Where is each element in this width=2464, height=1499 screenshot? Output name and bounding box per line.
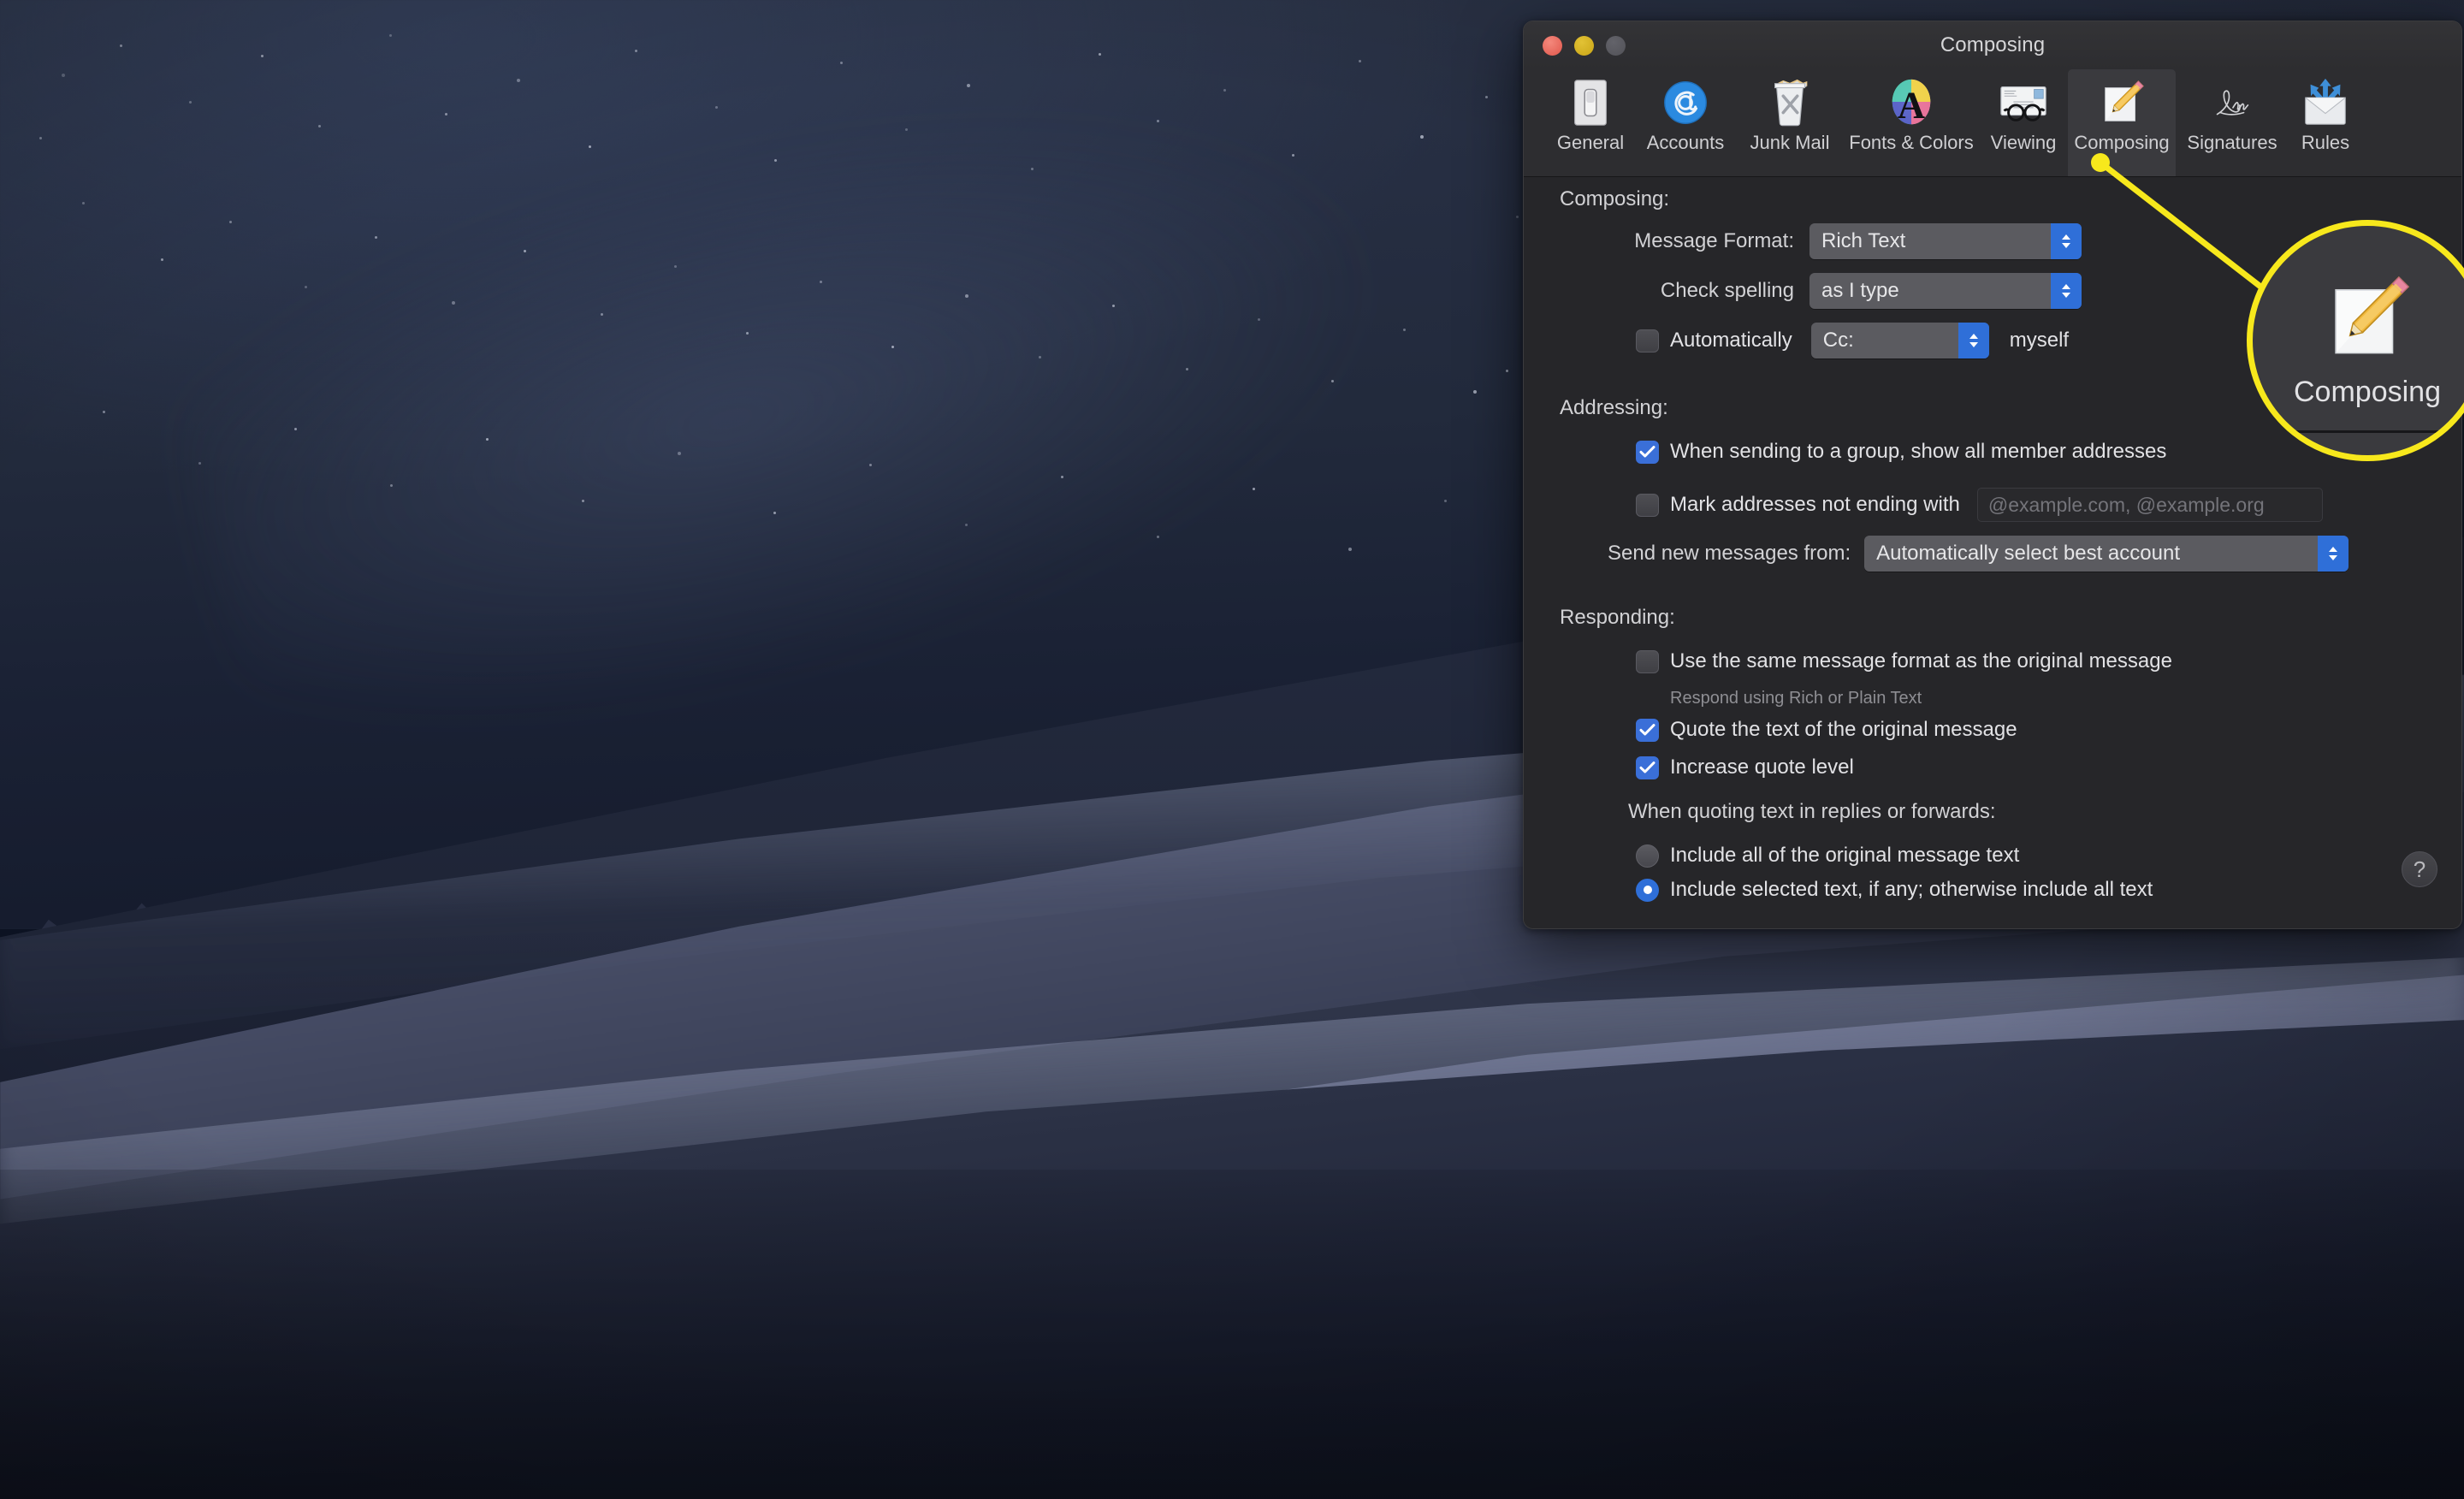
color-wheel-a-icon: A [1885,76,1938,129]
send-from-label: Send new messages from: [1608,542,1851,565]
mark-addresses-row: Mark addresses not ending with @example.… [1636,488,2323,522]
show-group-members-checkbox[interactable] [1636,440,1659,464]
auto-cc-checkbox[interactable] [1636,329,1659,353]
quote-text-row: Quote the text of the original message [1636,718,2017,742]
check-spelling-row: Check spelling as I type [1590,273,2082,309]
tab-general-label: General [1556,132,1625,153]
check-spelling-label: Check spelling [1660,279,1794,302]
message-format-value: Rich Text [1821,229,1906,252]
window-title: Composing [1940,33,2046,56]
trash-can-icon [1763,76,1816,129]
message-format-row: Message Format: Rich Text [1590,223,2082,259]
window-titlebar[interactable]: Composing [1524,21,2461,69]
composing-pane: Composing: Message Format: Rich Text Che… [1524,177,2461,928]
auto-cc-row: Automatically Cc: myself [1636,323,2069,358]
increase-quote-row: Increase quote level [1636,755,1854,779]
tab-junk-mail[interactable]: Junk Mail [1736,69,1844,176]
composing-section-label: Composing: [1560,187,1670,210]
svg-text:A: A [1898,83,1925,126]
pencil-paper-icon [2095,76,2148,129]
auto-cc-suffix: myself [2009,329,2070,352]
tab-fonts-colors-label: Fonts & Colors [1849,132,1974,153]
message-format-popup[interactable]: Rich Text [1810,223,2082,259]
chevron-updown-icon [2051,273,2082,309]
quoting-group-label: When quoting text in replies or forwards… [1628,800,1996,823]
increase-quote-checkbox[interactable] [1636,755,1659,779]
traffic-light-group [1543,35,1626,56]
minimize-button-icon[interactable] [1574,35,1594,56]
include-all-label: Include all of the original message text [1670,844,2020,867]
tab-composing-label: Composing [2074,132,2170,153]
send-from-popup[interactable]: Automatically select best account [1864,536,2349,572]
chevron-updown-icon [1958,323,1989,358]
zoom-button-icon[interactable] [1606,35,1626,56]
same-format-label: Use the same message format as the origi… [1670,649,2172,672]
mail-preferences-window: Composing General Accounts Junk Mail A F… [1523,21,2462,929]
tab-signatures[interactable]: Signatures [2176,69,2289,176]
tab-viewing[interactable]: Viewing [1979,69,2068,176]
tab-viewing-label: Viewing [1990,132,2057,153]
light-switch-icon [1564,76,1617,129]
tab-rules-label: Rules [2301,132,2350,153]
same-format-checkbox[interactable] [1636,649,1659,673]
addressing-section-label: Addressing: [1560,396,1668,419]
preferences-toolbar: General Accounts Junk Mail A Fonts & Col… [1524,69,2461,177]
envelope-arrows-icon [2299,76,2352,129]
include-selected-label: Include selected text, if any; otherwise… [1670,878,2153,901]
include-all-radio-row[interactable]: Include all of the original message text [1636,844,2019,868]
tab-composing[interactable]: Composing [2068,69,2176,176]
help-button[interactable]: ? [2402,851,2437,887]
tab-fonts-colors[interactable]: A Fonts & Colors [1844,69,1979,176]
check-spelling-popup[interactable]: as I type [1810,273,2082,309]
mark-addresses-placeholder: @example.com, @example.org [1987,493,2265,516]
auto-cc-label: Automatically [1670,329,1792,352]
chevron-updown-icon [2318,536,2349,572]
mark-addresses-checkbox[interactable] [1636,493,1659,517]
signature-icon [2206,76,2259,129]
chevron-updown-icon [2051,223,2082,259]
increase-quote-label: Increase quote level [1670,755,1854,779]
quote-text-checkbox[interactable] [1636,718,1659,742]
same-format-note: Respond using Rich or Plain Text [1670,689,1922,708]
same-format-row: Use the same message format as the origi… [1636,649,2172,673]
mark-addresses-label: Mark addresses not ending with [1670,493,1960,516]
envelope-glasses-icon [1997,76,2050,129]
auto-cc-value: Cc: [1822,329,1854,352]
tab-rules[interactable]: Rules [2289,69,2362,176]
show-group-members-label: When sending to a group, show all member… [1670,440,2167,463]
send-from-row: Send new messages from: Automatically se… [1608,536,2349,572]
responding-section-label: Responding: [1560,606,1675,629]
send-from-value: Automatically select best account [1876,542,2180,565]
quote-text-label: Quote the text of the original message [1670,718,2017,741]
mark-addresses-input[interactable]: @example.com, @example.org [1976,488,2323,522]
message-format-label: Message Format: [1634,229,1794,252]
auto-cc-popup[interactable]: Cc: [1810,323,1989,358]
tab-junk-mail-label: Junk Mail [1750,132,1830,153]
at-sign-icon [1659,76,1712,129]
close-button-icon[interactable] [1543,35,1562,56]
tab-accounts[interactable]: Accounts [1635,69,1736,176]
include-selected-radio-row[interactable]: Include selected text, if any; otherwise… [1636,878,2153,902]
tab-general[interactable]: General [1546,69,1635,176]
tab-signatures-label: Signatures [2187,132,2277,153]
check-spelling-value: as I type [1821,279,1899,302]
include-selected-radio[interactable] [1636,878,1659,902]
show-group-members-row: When sending to a group, show all member… [1636,440,2166,464]
tab-accounts-label: Accounts [1646,132,1725,153]
include-all-radio[interactable] [1636,844,1659,868]
